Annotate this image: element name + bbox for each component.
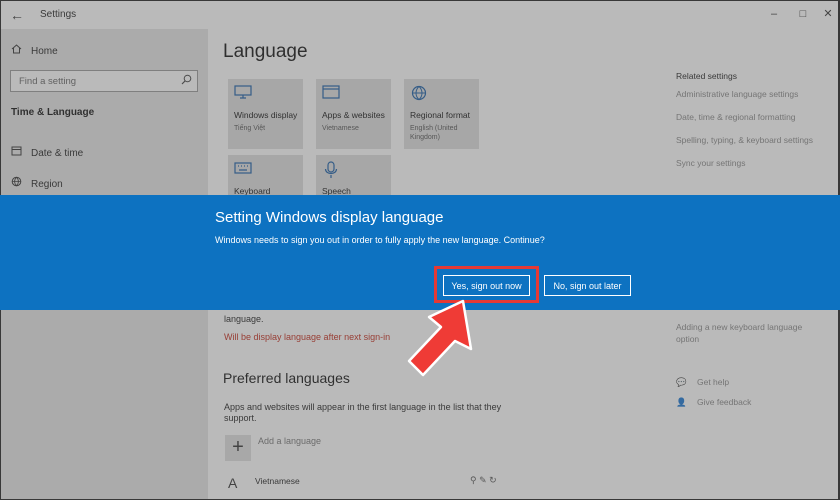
dialog-title: Setting Windows display language [215,209,444,226]
highlight-box [434,266,539,303]
no-sign-out-later-button[interactable]: No, sign out later [544,275,631,296]
dialog-message: Windows needs to sign you out in order t… [215,235,545,245]
sign-out-dialog: Setting Windows display language Windows… [0,195,840,310]
pointer-arrow-icon [407,299,473,377]
